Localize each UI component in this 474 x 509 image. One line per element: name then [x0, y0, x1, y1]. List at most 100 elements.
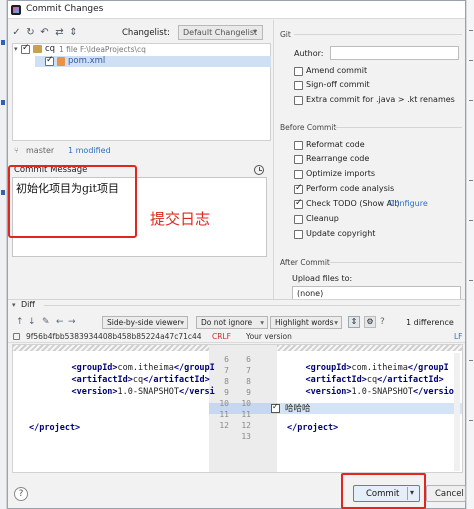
- tree-item-pom[interactable]: pom.xml: [35, 55, 271, 67]
- folder-icon: [33, 45, 42, 53]
- collapsed-lines-left[interactable]: [13, 345, 209, 351]
- settings-icon[interactable]: ⚙: [364, 316, 376, 328]
- changelist-select[interactable]: Default Changelist ▾: [178, 25, 263, 40]
- help-icon[interactable]: ?: [380, 317, 385, 327]
- maven-file-icon: [57, 57, 65, 66]
- git-section-title: Git: [280, 30, 291, 39]
- copyright-checkbox[interactable]: [294, 230, 303, 239]
- git-options-panel: Git Author: Amend commit Sign-off commit…: [273, 20, 466, 300]
- diff-toolbar: ↑ ↓ ✎ ← → Side-by-side viewer ▾ Do not ig…: [8, 313, 465, 331]
- line-number: 10: [241, 399, 251, 408]
- history-clock-icon[interactable]: [254, 165, 264, 175]
- amend-checkbox[interactable]: [294, 67, 303, 76]
- reformat-checkbox[interactable]: [294, 141, 303, 150]
- changelist-label: Changelist:: [122, 28, 170, 38]
- collapsed-lines-right[interactable]: [277, 345, 462, 351]
- whitespace-select[interactable]: Do not ignore ▾: [196, 316, 268, 329]
- diff-file-bar: 9f56b4fbb5383934408b458b85224a47c71c44 C…: [8, 331, 465, 343]
- extra-commit-checkbox[interactable]: [294, 96, 303, 105]
- annotation-text: 提交日志: [150, 210, 211, 228]
- code-line: <groupId>com.itheima</groupI: [71, 363, 215, 373]
- marker-icon: [1, 100, 5, 105]
- upload-select[interactable]: (none): [292, 286, 461, 300]
- include-line-checkbox[interactable]: ✓: [271, 402, 280, 413]
- line-number: 11: [219, 410, 229, 419]
- expand-icon[interactable]: ⇕: [68, 27, 79, 38]
- rearrange-checkbox[interactable]: [294, 155, 303, 164]
- line-number: 6: [246, 355, 251, 364]
- line-number: 12: [219, 421, 229, 430]
- author-input[interactable]: [330, 46, 459, 60]
- diff-view[interactable]: ✓ 6 7 8 9 10 11 12 6 7 8 9 10 11 12 13 <groupId>com.i…: [12, 344, 463, 473]
- todo-checkbox[interactable]: [294, 198, 303, 209]
- diff-section-header[interactable]: ▾ Diff: [8, 299, 465, 311]
- analysis-checkbox[interactable]: [294, 183, 303, 194]
- chevron-down-icon: ▾: [334, 318, 338, 327]
- line-ending-right: LF: [454, 332, 463, 341]
- optimize-checkbox[interactable]: [294, 170, 303, 179]
- code-line: <groupId>com.itheima</groupI: [305, 363, 449, 373]
- file-name: pom.xml: [68, 56, 106, 66]
- check-icon[interactable]: ✓: [11, 27, 22, 38]
- diff-title: Diff: [21, 300, 35, 309]
- annotation-box-commit: [341, 473, 426, 509]
- code-line: <artifactId>cq</artifactId>: [305, 375, 444, 385]
- vertical-scrollbar[interactable]: [454, 353, 460, 471]
- cleanup-checkbox[interactable]: [294, 215, 303, 224]
- marker-icon: [1, 40, 5, 45]
- code-line: </project>: [287, 423, 339, 433]
- title-bar: Commit Changes: [8, 1, 465, 19]
- window-title: Commit Changes: [26, 4, 104, 14]
- line-number: 9: [246, 388, 251, 397]
- arrow-right-icon[interactable]: →: [68, 317, 76, 327]
- your-version-label: Your version: [246, 332, 292, 341]
- line-number: 12: [241, 421, 251, 430]
- upload-value: (none): [297, 289, 324, 298]
- chevron-down-icon[interactable]: ▾: [14, 45, 18, 53]
- code-line: </project>: [29, 423, 81, 433]
- line-number: 7: [224, 366, 229, 375]
- marker-icon: [1, 190, 5, 195]
- signoff-checkbox[interactable]: [294, 81, 303, 90]
- root-name[interactable]: cq: [45, 44, 55, 54]
- undo-icon[interactable]: ↶: [39, 27, 50, 38]
- commit-hash: 9f56b4fbb5383934408b458b85224a47c71c44: [26, 332, 202, 341]
- code-line: <version>1.0-SNAPSHOT</versio: [305, 387, 454, 397]
- file-checkbox[interactable]: [45, 55, 54, 66]
- arrow-up-icon[interactable]: ↑: [16, 317, 24, 327]
- code-line: <version>1.0-SNAPSHOT</versi: [71, 387, 215, 397]
- root-checkbox[interactable]: [21, 43, 30, 54]
- line-number: 13: [241, 432, 251, 441]
- after-commit-title: After Commit: [280, 258, 330, 267]
- arrow-down-icon[interactable]: ↓: [28, 317, 36, 327]
- configure-link[interactable]: Configure: [389, 199, 428, 208]
- cancel-button[interactable]: Cancel: [426, 485, 466, 502]
- intellij-app-icon: [11, 5, 21, 15]
- line-number: 8: [246, 377, 251, 386]
- collapse-icon[interactable]: ⇕: [348, 316, 360, 328]
- arrow-left-icon[interactable]: ←: [56, 317, 64, 327]
- line-ending-left: CRLF: [212, 332, 231, 341]
- modified-count[interactable]: 1 modified: [68, 146, 111, 155]
- changes-tree: ▾ cq 1 file F:\IdeaProjects\cq pom.xml: [12, 43, 271, 141]
- status-row: ⑂ master 1 modified: [12, 144, 271, 158]
- author-label: Author:: [294, 49, 324, 58]
- line-number: 6: [224, 355, 229, 364]
- chevron-down-icon: ▾: [253, 27, 258, 36]
- help-button[interactable]: ?: [14, 487, 28, 501]
- annotation-box-message: [8, 165, 137, 238]
- highlight-select[interactable]: Highlight words ▾: [270, 316, 342, 329]
- line-number: 7: [246, 366, 251, 375]
- upload-label: Upload files to:: [292, 274, 353, 283]
- chevron-down-icon[interactable]: ▾: [12, 301, 16, 309]
- line-number: 10: [219, 399, 229, 408]
- line-number: 11: [241, 410, 251, 419]
- changelist-value: Default Changelist: [183, 28, 258, 37]
- edit-icon[interactable]: ✎: [42, 317, 50, 327]
- viewer-select[interactable]: Side-by-side viewer ▾: [102, 316, 188, 329]
- line-number: 9: [224, 388, 229, 397]
- difference-count: 1 difference: [406, 318, 454, 327]
- diff-icon[interactable]: ⇄: [54, 27, 65, 38]
- branch-name: master: [26, 146, 55, 155]
- refresh-icon[interactable]: ↻: [25, 27, 36, 38]
